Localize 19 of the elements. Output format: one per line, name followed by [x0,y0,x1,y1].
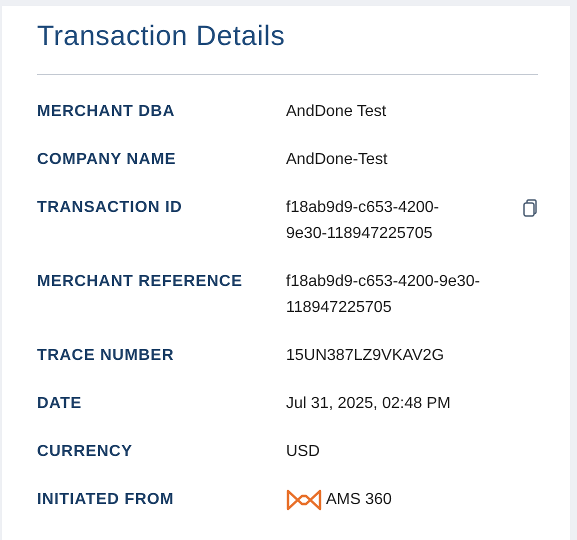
field-label: COMPANY NAME [37,150,178,170]
field-value: 15UN387LZ9VKAV2G [286,346,444,366]
field-label: DATE [37,394,83,414]
field-value: f18ab9d9-c653-4200- 9e30-118947225705 [286,198,440,244]
logo-icon [286,489,322,511]
field-label: INITIATED FROM [37,490,175,510]
field-label: CURRENCY [37,442,134,462]
field-label: MERCHANT DBA [37,102,176,122]
card-title: Transaction Details [37,19,286,53]
field-value: AndDone-Test [286,150,388,170]
field-label: TRANSACTION ID [37,198,184,218]
field-value: Jul 31, 2025, 02:48 PM [286,394,451,414]
field-label: TRACE NUMBER [37,346,175,366]
field-label: MERCHANT REFERENCE [37,272,244,292]
field-value: f18ab9d9-c653-4200-9e30- 118947225705 [286,272,480,318]
copy-icon[interactable] [523,199,537,217]
field-value: AndDone Test [286,102,386,122]
field-value: AMS 360 [326,490,392,510]
field-value: USD [286,442,320,462]
